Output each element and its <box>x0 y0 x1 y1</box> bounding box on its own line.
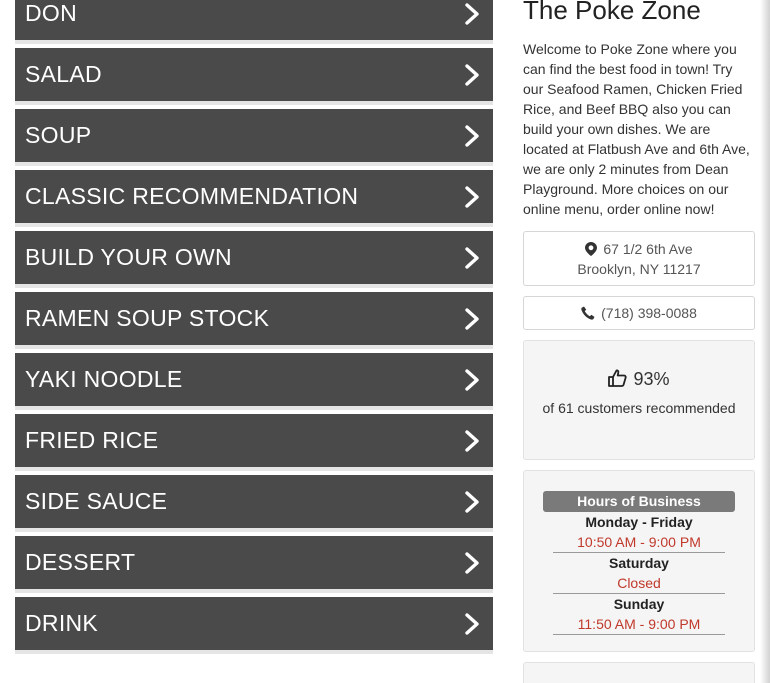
category-label: FRIED RICE <box>25 427 159 453</box>
phone-number: (718) 398-0088 <box>601 305 697 321</box>
phone-box[interactable]: (718) 398-0088 <box>523 296 755 330</box>
menu-category-side-sauce[interactable]: SIDE SAUCE <box>15 475 493 532</box>
bottom-panel <box>523 662 755 683</box>
chevron-right-icon <box>465 551 479 574</box>
hours-day: Monday - Friday <box>585 514 693 530</box>
menu-category-drink[interactable]: DRINK <box>15 597 493 654</box>
address-box[interactable]: 67 1/2 6th Ave Brooklyn, NY 11217 <box>523 231 755 286</box>
recommend-percent: 93% <box>633 369 670 389</box>
category-label: DRINK <box>25 610 99 636</box>
chevron-right-icon <box>465 2 479 25</box>
chevron-right-icon <box>465 429 479 452</box>
chevron-right-icon <box>465 124 479 147</box>
hours-time: 11:50 AM - 9:00 PM <box>553 614 725 635</box>
phone-icon <box>581 306 595 320</box>
category-label: SIDE SAUCE <box>25 488 168 514</box>
menu-category-salad[interactable]: SALAD <box>15 48 493 105</box>
hours-day: Saturday <box>609 555 669 571</box>
menu-category-list: DON SALAD SOUP CLASSIC RECOMMENDATION BU… <box>15 0 493 658</box>
category-label: CLASSIC RECOMMENDATION <box>25 183 359 209</box>
menu-category-fried-rice[interactable]: FRIED RICE <box>15 414 493 471</box>
menu-category-yaki-noodle[interactable]: YAKI NOODLE <box>15 353 493 410</box>
chevron-right-icon <box>465 368 479 391</box>
chevron-right-icon <box>465 612 479 635</box>
menu-category-classic-recommendation[interactable]: CLASSIC RECOMMENDATION <box>15 170 493 227</box>
thumbs-up-icon <box>608 369 628 387</box>
hours-heading: Hours of Business <box>543 491 735 512</box>
category-label: DESSERT <box>25 549 136 575</box>
chevron-right-icon <box>465 307 479 330</box>
address-line-1: 67 1/2 6th Ave <box>603 241 693 257</box>
menu-category-ramen-soup-stock[interactable]: RAMEN SOUP STOCK <box>15 292 493 349</box>
recommend-text: of 61 customers recommended <box>542 400 736 416</box>
category-label: RAMEN SOUP STOCK <box>25 305 270 331</box>
store-description: Welcome to Poke Zone where you can find … <box>523 41 750 217</box>
chevron-right-icon <box>465 490 479 513</box>
recommendation-panel: 93% of 61 customers recommended <box>523 340 755 460</box>
category-label: SALAD <box>25 61 102 87</box>
chevron-right-icon <box>465 63 479 86</box>
menu-category-soup[interactable]: SOUP <box>15 109 493 166</box>
category-label: YAKI NOODLE <box>25 366 183 392</box>
hours-panel: Hours of Business Monday - Friday 10:50 … <box>523 470 755 652</box>
store-sidebar: The Poke Zone Welcome to Poke Zone where… <box>523 0 755 683</box>
menu-category-dessert[interactable]: DESSERT <box>15 536 493 593</box>
category-label: BUILD YOUR OWN <box>25 244 232 270</box>
hours-time: Closed <box>553 573 725 594</box>
hours-day: Sunday <box>613 596 665 612</box>
chevron-right-icon <box>465 246 479 269</box>
map-marker-icon <box>585 242 598 256</box>
category-label: SOUP <box>25 122 92 148</box>
store-title: The Poke Zone <box>523 0 701 25</box>
category-label: DON <box>25 0 78 26</box>
address-line-2: Brooklyn, NY 11217 <box>577 261 701 277</box>
page-edge-shadow <box>760 0 770 683</box>
menu-category-don[interactable]: DON <box>15 0 493 44</box>
hours-time: 10:50 AM - 9:00 PM <box>553 532 725 553</box>
menu-category-build-your-own[interactable]: BUILD YOUR OWN <box>15 231 493 288</box>
chevron-right-icon <box>465 185 479 208</box>
